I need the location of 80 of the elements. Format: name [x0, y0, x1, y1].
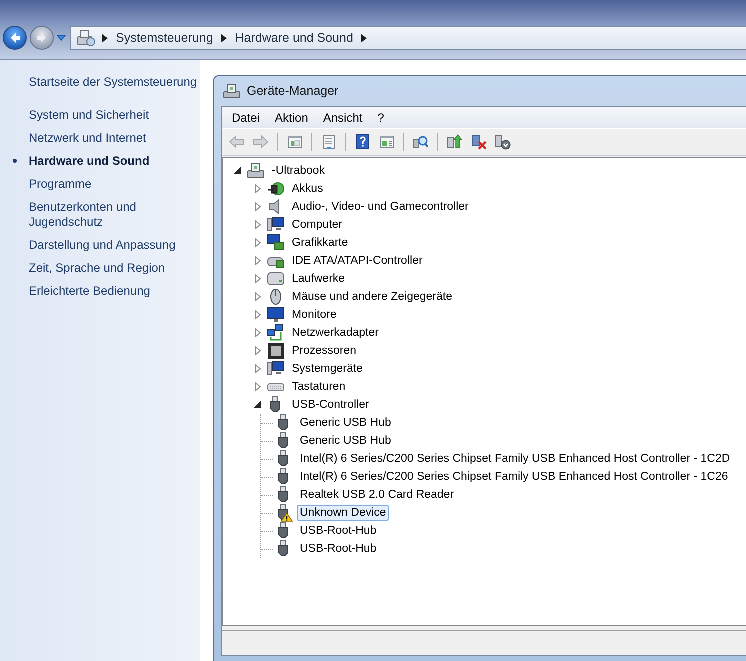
expand-arrow-icon[interactable] — [253, 184, 262, 194]
chevron-icon[interactable] — [102, 34, 108, 42]
expand-arrow-icon[interactable] — [253, 328, 262, 338]
bullet-icon — [13, 159, 17, 163]
tree-item[interactable]: Grafikkarte — [289, 235, 352, 251]
tree-item[interactable]: Unknown Device — [297, 505, 390, 521]
computer-icon — [267, 216, 285, 234]
computer-icon — [267, 360, 285, 378]
back-arrow-icon — [228, 134, 244, 150]
tree-item[interactable]: USB-Controller — [289, 397, 372, 413]
menu-item[interactable]: Datei — [226, 108, 266, 126]
update-driver-icon — [446, 134, 462, 150]
tree-item[interactable]: Akkus — [289, 181, 326, 197]
tree-item[interactable]: Systemgeräte — [289, 361, 366, 377]
address-bar[interactable]: Systemsteuerung Hardware und Sound — [70, 26, 746, 50]
expand-arrow-icon[interactable] — [253, 202, 262, 212]
expand-arrow-icon[interactable] — [253, 346, 262, 356]
tree-item[interactable]: IDE ATA/ATAPI-Controller — [289, 253, 426, 269]
expand-arrow-icon[interactable] — [253, 292, 262, 302]
computer-icon — [247, 162, 265, 180]
tree-item[interactable]: USB-Root-Hub — [297, 541, 380, 557]
tree-item[interactable]: Prozessoren — [289, 343, 360, 359]
display-adapter-icon — [267, 234, 285, 252]
battery-plug-icon — [267, 180, 285, 198]
uninstall-device-icon — [494, 134, 510, 150]
tree-item[interactable]: Mäuse und andere Zeigegeräte — [289, 289, 456, 305]
sidebar-link[interactable]: Benutzerkonten und Jugendschutz — [29, 200, 198, 230]
monitor-icon — [267, 306, 285, 324]
computer-icon — [223, 82, 241, 100]
tree-item[interactable]: Generic USB Hub — [297, 433, 394, 449]
expand-arrow-icon[interactable] — [253, 256, 262, 266]
control-panel-icon — [76, 29, 96, 47]
chevron-icon[interactable] — [361, 34, 368, 42]
tree-item[interactable]: USB-Root-Hub — [297, 523, 380, 539]
tree-item[interactable]: Realtek USB 2.0 Card Reader — [297, 487, 458, 503]
menu-item[interactable]: ? — [372, 108, 390, 126]
menu-item[interactable]: Ansicht — [317, 108, 369, 126]
disable-device-icon — [470, 134, 486, 150]
panel-icon — [378, 134, 394, 150]
magnifier-icon — [412, 134, 428, 150]
properties-icon — [320, 134, 336, 150]
sidebar-link[interactable]: Darstellung und Anpassung — [29, 238, 198, 253]
processor-chip-icon — [267, 342, 285, 360]
drive-icon — [267, 270, 285, 288]
collapse-arrow-icon[interactable] — [233, 166, 242, 176]
sidebar-link[interactable]: Zeit, Sprache und Region — [29, 261, 198, 276]
sidebar-link[interactable]: Startseite der Systemsteuerung — [29, 75, 198, 90]
expand-arrow-icon[interactable] — [253, 274, 262, 284]
forward-arrow-icon — [252, 134, 268, 150]
tree-item[interactable]: Intel(R) 6 Series/C200 Series Chipset Family USB Enhanced Host Controller - 1C26 — [297, 469, 732, 485]
tree-item[interactable]: Generic USB Hub — [297, 415, 394, 431]
tree-item[interactable]: Monitore — [289, 307, 340, 323]
breadcrumb[interactable]: Hardware und Sound — [233, 31, 356, 45]
tree-item[interactable]: Tastaturen — [289, 379, 349, 395]
expand-arrow-icon[interactable] — [253, 310, 262, 320]
back-button[interactable] — [3, 26, 27, 50]
tree-item[interactable]: Laufwerke — [289, 271, 348, 287]
tree-item[interactable]: -Ultrabook — [269, 163, 328, 179]
expand-arrow-icon[interactable] — [253, 220, 262, 230]
help-icon — [354, 134, 370, 150]
sidebar-link[interactable]: Hardware und Sound — [29, 154, 198, 169]
expand-arrow-icon[interactable] — [253, 364, 262, 374]
sidebar-link[interactable]: System und Sicherheit — [29, 108, 198, 123]
menu-item[interactable]: Aktion — [269, 108, 314, 126]
chevron-icon[interactable] — [221, 34, 228, 42]
sidebar-link[interactable]: Programme — [29, 177, 198, 192]
tree-item[interactable]: Computer — [289, 217, 346, 233]
expand-arrow-icon[interactable] — [253, 382, 262, 392]
tree-item[interactable]: Netzwerkadapter — [289, 325, 382, 341]
collapse-arrow-icon[interactable] — [253, 400, 262, 410]
breadcrumb[interactable]: Systemsteuerung — [114, 31, 216, 45]
panel-icon — [286, 134, 302, 150]
dropdown-caret-icon[interactable] — [57, 35, 66, 41]
tree-item[interactable]: Intel(R) 6 Series/C200 Series Chipset Family USB Enhanced Host Controller - 1C2D — [297, 451, 734, 467]
tree-item[interactable]: Audio-, Video- und Gamecontroller — [289, 199, 472, 215]
window-title: Geräte-Manager — [247, 84, 339, 98]
sidebar-link[interactable]: Netzwerk und Internet — [29, 131, 198, 146]
sidebar-link[interactable]: Erleichterte Bedienung — [29, 284, 198, 299]
expand-arrow-icon[interactable] — [253, 238, 262, 248]
network-icon — [267, 324, 285, 342]
